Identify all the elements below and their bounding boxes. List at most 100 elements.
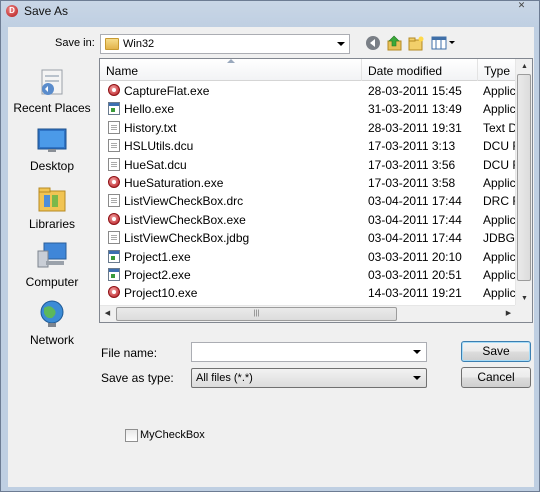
- file-date: 17-03-2011 3:13: [368, 139, 456, 154]
- cancel-button[interactable]: Cancel: [461, 367, 531, 388]
- places-bar: Recent Places Desktop Libraries Computer: [8, 57, 96, 347]
- chevron-down-icon[interactable]: [413, 350, 421, 354]
- place-network[interactable]: Network: [8, 299, 96, 347]
- file-name-field[interactable]: [191, 342, 427, 362]
- column-date-modified[interactable]: Date modified: [362, 59, 478, 81]
- place-libraries[interactable]: Libraries: [8, 183, 96, 231]
- sort-ascending-icon: [227, 59, 235, 63]
- file-date: 03-03-2011 20:51: [368, 267, 462, 282]
- file-row[interactable]: CaptureFlat.exe 28-03-2011 15:45 Applic: [100, 82, 517, 100]
- save-button[interactable]: Save: [461, 341, 531, 362]
- document-icon: [108, 157, 120, 171]
- network-icon: [36, 299, 68, 329]
- place-recent-places[interactable]: Recent Places: [8, 67, 96, 115]
- file-row[interactable]: Project1.exe 03-03-2011 20:10 Applic: [100, 248, 517, 266]
- file-name: ListViewCheckBox.jdbg: [124, 231, 250, 246]
- close-icon[interactable]: ✕: [513, 1, 530, 11]
- file-type: Applic: [483, 84, 516, 98]
- back-icon[interactable]: [365, 35, 381, 51]
- file-row[interactable]: Project2.exe 03-03-2011 20:51 Applic: [100, 266, 517, 284]
- scroll-up-icon[interactable]: ▲: [517, 59, 532, 74]
- file-list[interactable]: Name Date modified Type CaptureFlat.exe 2…: [99, 58, 533, 323]
- file-type: Applic: [483, 267, 516, 282]
- file-type: Applic: [483, 286, 516, 301]
- dialog-body: Save in: Win32 Recent Places Desktop Lib…: [8, 27, 534, 487]
- vertical-scroll-thumb[interactable]: [517, 74, 531, 281]
- horizontal-scroll-thumb[interactable]: |||: [116, 307, 397, 321]
- file-type: DCU Fi: [483, 139, 517, 154]
- place-label: Recent Places: [13, 101, 91, 115]
- file-name: Project1.exe: [124, 249, 191, 264]
- place-desktop[interactable]: Desktop: [8, 125, 96, 173]
- file-name: Project2.exe: [124, 267, 191, 282]
- exe-window-icon: [108, 102, 120, 116]
- save-in-label: Save in:: [55, 37, 95, 49]
- mycheckbox-checkbox[interactable]: [125, 429, 138, 442]
- file-date: 03-04-2011 17:44: [368, 231, 462, 246]
- file-type: Text Do: [483, 120, 517, 135]
- exe-window-icon: [108, 267, 120, 281]
- file-row[interactable]: ListViewCheckBox.exe 03-04-2011 17:44 Appl…: [100, 211, 517, 229]
- document-icon: [108, 120, 120, 134]
- new-folder-icon[interactable]: [408, 35, 424, 51]
- app-icon[interactable]: D: [6, 5, 18, 17]
- view-menu-icon[interactable]: [431, 35, 457, 51]
- file-row[interactable]: Hello.exe 31-03-2011 13:49 Applic: [100, 100, 517, 118]
- folder-icon: [105, 38, 119, 50]
- file-row[interactable]: HueSat.dcu 17-03-2011 3:56 DCU Fi: [100, 156, 517, 174]
- file-date: 17-03-2011 3:58: [368, 175, 456, 190]
- application-icon: [108, 212, 120, 225]
- title-bar: D Save As ✕: [1, 1, 539, 22]
- column-type[interactable]: Type: [478, 59, 518, 81]
- save-as-type-select[interactable]: All files (*.*): [191, 368, 427, 388]
- file-row[interactable]: HueSaturation.exe 17-03-2011 3:58 Applic: [100, 174, 517, 192]
- window-title: Save As: [24, 4, 69, 18]
- file-row[interactable]: ListViewCheckBox.drc 03-04-2011 17:44 DRC …: [100, 192, 517, 210]
- scroll-right-icon[interactable]: ▶: [501, 306, 516, 321]
- scroll-left-icon[interactable]: ◀: [100, 306, 115, 321]
- file-date: 28-03-2011 19:31: [368, 120, 462, 135]
- save-in-value: Win32: [123, 38, 155, 50]
- file-row[interactable]: History.txt 28-03-2011 19:31 Text Do: [100, 119, 517, 137]
- file-rows: CaptureFlat.exe 28-03-2011 15:45 Applic Hel…: [100, 82, 517, 309]
- horizontal-scrollbar[interactable]: ◀ ||| ▶: [100, 305, 517, 322]
- file-name: Hello.exe: [124, 102, 175, 117]
- file-date: 31-03-2011 13:49: [368, 102, 462, 117]
- file-row[interactable]: ListViewCheckBox.jdbg 03-04-2011 17:44 JDB…: [100, 229, 517, 247]
- application-icon: [108, 286, 120, 299]
- file-name: Project10.exe: [124, 286, 198, 301]
- document-icon: [108, 139, 120, 153]
- up-folder-icon[interactable]: [387, 35, 403, 51]
- document-icon: [108, 194, 120, 208]
- file-type: JDBG F: [483, 231, 517, 246]
- vertical-scrollbar[interactable]: ▲ ▼: [515, 59, 532, 307]
- file-type: Applic: [483, 102, 516, 117]
- recent-places-icon: [36, 67, 68, 97]
- file-date: 03-04-2011 17:44: [368, 194, 462, 209]
- mycheckbox-label[interactable]: MyCheckBox: [140, 429, 205, 441]
- file-name: ListViewCheckBox.exe: [124, 212, 246, 227]
- save-as-type-value: All files (*.*): [196, 372, 253, 384]
- scroll-down-icon[interactable]: ▼: [517, 291, 532, 306]
- file-name: HueSaturation.exe: [124, 175, 224, 190]
- exe-window-icon: [108, 249, 120, 263]
- file-type: DCU Fi: [483, 157, 517, 172]
- file-name: HueSat.dcu: [124, 157, 187, 172]
- place-label: Libraries: [28, 217, 76, 231]
- file-row[interactable]: HSLUtils.dcu 17-03-2011 3:13 DCU Fi: [100, 137, 517, 155]
- file-name-label: File name:: [101, 346, 158, 360]
- file-name: History.txt: [124, 120, 177, 135]
- document-icon: [108, 231, 120, 245]
- libraries-icon: [36, 183, 68, 213]
- list-header: Name Date modified Type: [100, 59, 518, 81]
- file-name: CaptureFlat.exe: [124, 84, 210, 98]
- file-type: DRC Fi: [483, 194, 517, 209]
- place-label: Network: [29, 333, 74, 347]
- chevron-down-icon: [337, 42, 345, 46]
- file-row[interactable]: Project10.exe 14-03-2011 19:21 Applic: [100, 284, 517, 302]
- file-name: ListViewCheckBox.drc: [124, 194, 244, 209]
- save-as-dialog: D Save As ✕ Save in: Win32 Recent Places…: [0, 0, 540, 492]
- place-computer[interactable]: Computer: [8, 241, 96, 289]
- file-date: 28-03-2011 15:45: [368, 84, 462, 98]
- save-in-combo[interactable]: Win32: [100, 34, 350, 54]
